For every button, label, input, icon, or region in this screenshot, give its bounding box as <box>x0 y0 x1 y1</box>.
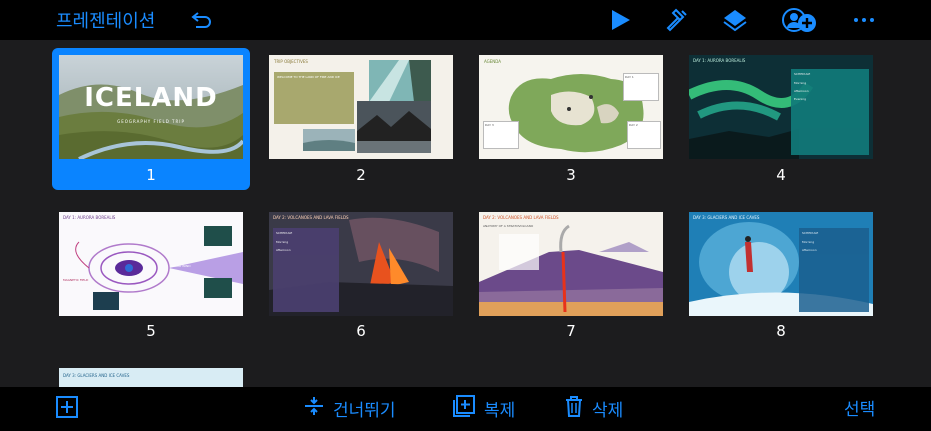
duplicate-label: 복제 <box>484 401 516 421</box>
slide-5-photo-left <box>93 292 119 310</box>
top-toolbar: 프레젠테이션 <box>0 0 931 40</box>
add-slide-icon <box>56 396 78 423</box>
slide-thumbnail-2[interactable]: TRIP OBJECTIVES WELCOME TO THE LAND OF F… <box>269 55 453 159</box>
slide-6-panel-item-1: Morning <box>276 240 289 244</box>
slide-4-panel-item-1: Morning <box>794 81 807 85</box>
more-icon[interactable] <box>853 6 875 34</box>
slide-2-body: WELCOME TO THE LAND OF FIRE AND ICE <box>277 75 340 79</box>
slide-6-schedule-panel: SCHEDULE Morning Afternoon <box>273 228 339 312</box>
skip-button[interactable]: 건너뛰기 <box>303 395 396 422</box>
slide-thumbnail-3[interactable]: AGENDA DAY 1 DAY 3 DAY 2 <box>479 55 663 159</box>
slide-1-subtitle: GEOGRAPHY FIELD TRIP <box>117 119 185 124</box>
slide-5-photo-bottom <box>204 278 232 298</box>
slide-6-panel-title: SCHEDULE <box>276 231 293 235</box>
undo-icon[interactable] <box>190 6 214 34</box>
slide-3-day2-box: DAY 2 <box>627 121 661 149</box>
slide-8-title: DAY 3: GLACIERS AND ICE CAVES <box>693 215 760 220</box>
slide-4-schedule-panel: SCHEDULE Morning Afternoon Evening <box>791 69 869 155</box>
play-icon[interactable] <box>608 6 632 34</box>
slide-number-7: 7 <box>566 322 576 340</box>
slide-thumbnail-6[interactable]: DAY 2: VOLCANOES AND LAVA FIELDS SCHEDUL… <box>269 212 453 316</box>
slide-2-text-panel: WELCOME TO THE LAND OF FIRE AND ICE <box>274 72 354 124</box>
delete-button[interactable]: 삭제 <box>564 395 623 422</box>
slide-thumbnail-1[interactable]: ICELAND GEOGRAPHY FIELD TRIP <box>59 55 243 159</box>
slide-8-panel-item-1: Morning <box>802 240 815 244</box>
slide-thumbnail-5[interactable]: DAY 1: AURORA BOREALIS MAGNETIC FIELD SO… <box>59 212 243 316</box>
trash-icon <box>564 395 584 422</box>
slide-4-title: DAY 1: AURORA BOREALIS <box>693 58 746 63</box>
slide-4-panel-item-3: Evening <box>794 97 807 101</box>
slide-number-3: 3 <box>566 166 576 184</box>
bottom-toolbar: 건너뛰기 복제 삭제 선택 <box>0 387 931 431</box>
duplicate-button[interactable]: 복제 <box>452 395 515 422</box>
select-button[interactable]: 선택 <box>844 395 875 420</box>
slide-number-4: 4 <box>776 166 786 184</box>
skip-label: 건너뛰기 <box>333 401 396 421</box>
slide-thumbnail-9[interactable]: DAY 3: GLACIERS AND ICE CAVES <box>59 368 243 387</box>
slide-number-1: 1 <box>146 166 156 184</box>
slide-thumbnail-7[interactable]: DAY 2: VOLCANOES AND LAVA FIELDS ANATOMY… <box>479 212 663 316</box>
slide-3-label-day1: DAY 1 <box>625 75 634 79</box>
delete-label: 삭제 <box>592 401 624 421</box>
select-label: 선택 <box>844 400 876 420</box>
collaborate-icon[interactable] <box>782 6 820 34</box>
slide-9-title: DAY 3: GLACIERS AND ICE CAVES <box>63 373 130 378</box>
slide-number-5: 5 <box>146 322 156 340</box>
slide-number-8: 8 <box>776 322 786 340</box>
slide-4-panel-title: SCHEDULE <box>794 72 811 76</box>
slide-number-2: 2 <box>356 166 366 184</box>
slide-3-day3-box: DAY 3 <box>483 121 519 149</box>
slide-4-panel-item-2: Afternoon <box>794 89 809 93</box>
slide-6-title: DAY 2: VOLCANOES AND LAVA FIELDS <box>273 215 349 220</box>
slide-3-day1-box: DAY 1 <box>623 73 659 101</box>
slide-5-photo-top <box>204 226 232 246</box>
slide-8-panel-item-2: Afternoon <box>802 248 817 252</box>
slide-1-title: ICELAND <box>84 83 218 113</box>
slide-8-schedule-panel: SCHEDULE Morning Afternoon <box>799 228 869 312</box>
slide-5-label-2: SOLAR WIND <box>171 264 191 268</box>
slide-8-panel-title: SCHEDULE <box>802 231 819 235</box>
layers-icon[interactable] <box>721 6 749 34</box>
duplicate-icon <box>452 395 476 422</box>
slide-3-label-day3: DAY 3 <box>485 123 494 127</box>
skip-icon <box>303 395 325 422</box>
hammer-icon[interactable] <box>664 6 690 34</box>
slide-5-label-1: MAGNETIC FIELD <box>63 278 89 282</box>
slide-3-label-day2: DAY 2 <box>629 123 638 127</box>
slide-3-title: AGENDA <box>484 59 502 64</box>
slide-2-title: TRIP OBJECTIVES <box>274 59 308 64</box>
slide-number-6: 6 <box>356 322 366 340</box>
slide-thumbnail-8[interactable]: DAY 3: GLACIERS AND ICE CAVES SCHEDULE M… <box>689 212 873 316</box>
add-slide-button[interactable] <box>56 396 78 423</box>
slide-6-panel-item-2: Afternoon <box>276 248 291 252</box>
presentations-back-link[interactable]: 프레젠테이션 <box>56 7 155 33</box>
slide-thumbnail-4[interactable]: DAY 1: AURORA BOREALIS SCHEDULE Morning … <box>689 55 873 159</box>
